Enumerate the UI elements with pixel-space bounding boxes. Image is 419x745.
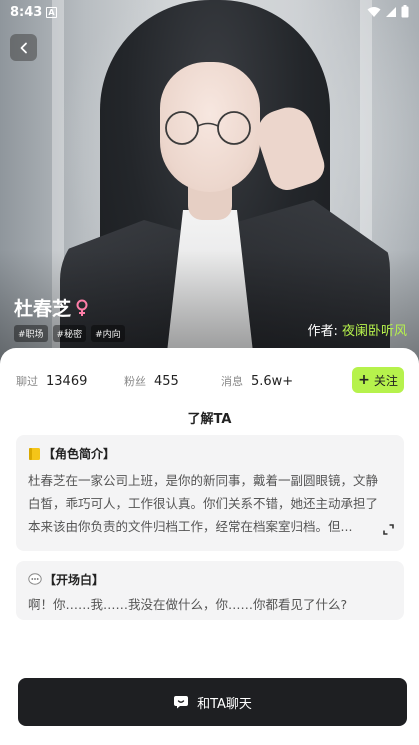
opening-card: 【开场白】 啊！你……我……我没在做什么，你……你都看见了什么?	[16, 561, 404, 620]
battery-icon	[401, 5, 409, 18]
intro-text: 杜春芝在一家公司上班，是你的新同事，戴着一副圆眼镜，文静白皙，乖巧可人，工作很认…	[28, 473, 379, 534]
tag-introvert[interactable]: #内向	[91, 325, 125, 342]
character-name: 杜春芝	[14, 298, 72, 320]
chat-button-label: 和TA聊天	[197, 696, 252, 712]
chevron-left-icon	[20, 42, 27, 53]
stat-chats: 聊过 13469	[16, 373, 116, 389]
female-symbol-icon	[75, 299, 89, 317]
expand-icon[interactable]	[383, 520, 394, 539]
intro-title: 【角色简介】	[43, 447, 116, 461]
author-label: 作者:	[307, 324, 338, 339]
author-name[interactable]: 夜阑卧听风	[342, 324, 407, 339]
stat-messages: 消息 5.6w+	[221, 373, 331, 389]
character-tags: #职场 #秘密 #内向	[14, 325, 125, 342]
tag-secret[interactable]: #秘密	[52, 325, 87, 342]
intro-card[interactable]: 【角色简介】 杜春芝在一家公司上班，是你的新同事，戴着一副圆眼镜，文静白皙，乖巧…	[16, 435, 404, 551]
tag-workplace[interactable]: #职场	[14, 325, 48, 342]
stat-chats-value: 13469	[46, 374, 88, 389]
chat-with-ta-button[interactable]: 和TA聊天	[18, 678, 407, 726]
stat-fans-label: 粉丝	[124, 375, 146, 388]
profile-panel: 聊过 13469 粉丝 455 消息 5.6w+ + 关注 了解TA 【角色简介…	[0, 348, 419, 745]
stat-chats-label: 聊过	[16, 375, 38, 388]
stat-fans-value: 455	[154, 374, 179, 389]
notebook-icon	[29, 447, 40, 460]
author-info[interactable]: 作者: 夜阑卧听风	[307, 320, 407, 339]
opening-title-row: 【开场白】	[28, 571, 104, 588]
stat-messages-label: 消息	[221, 375, 243, 388]
glasses-drawing	[165, 111, 251, 145]
wifi-icon	[367, 6, 381, 17]
opening-title: 【开场白】	[44, 573, 105, 587]
follow-button[interactable]: + 关注	[352, 367, 404, 393]
status-bar: 8:43 A	[0, 0, 419, 26]
section-title: 了解TA	[187, 412, 232, 427]
follow-label: 关注	[373, 373, 398, 388]
stat-fans: 粉丝 455	[124, 373, 224, 389]
plus-icon: +	[358, 372, 370, 388]
stat-messages-value: 5.6w+	[251, 374, 294, 389]
opening-text: 啊！你……我……我没在做什么，你……你都看见了什么?	[28, 597, 348, 612]
speech-bubble-icon	[28, 573, 42, 585]
chat-bubble-icon	[174, 696, 189, 709]
notification-badge: A	[46, 7, 57, 18]
back-button[interactable]	[10, 34, 37, 61]
status-time: 8:43	[10, 5, 43, 20]
character-name-row: 杜春芝	[14, 294, 89, 321]
intro-title-row: 【角色简介】	[28, 445, 115, 462]
status-icons	[367, 5, 409, 18]
cellular-signal-icon	[386, 6, 396, 17]
